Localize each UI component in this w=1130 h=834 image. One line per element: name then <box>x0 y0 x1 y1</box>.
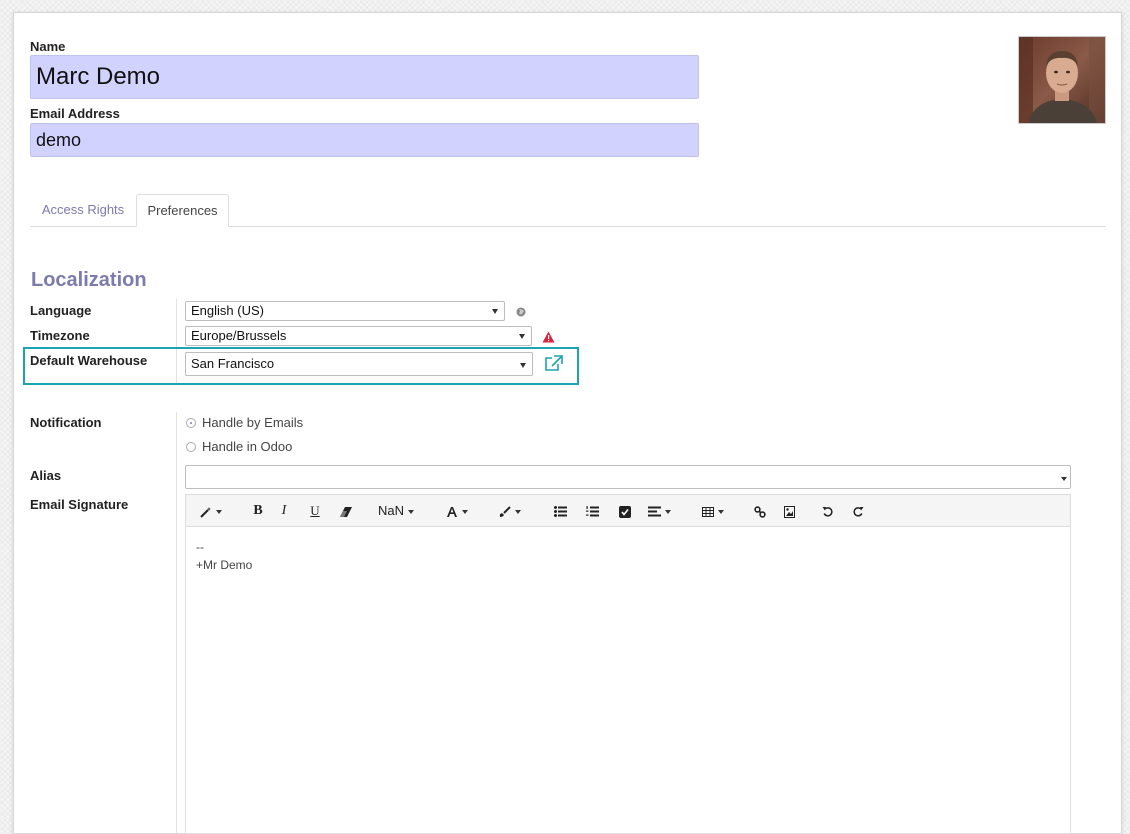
bold-button[interactable]: B <box>252 495 264 527</box>
brush-icon <box>499 505 511 517</box>
language-select[interactable]: English (US) <box>185 301 505 321</box>
radio-label: Handle in Odoo <box>202 439 293 454</box>
external-link-icon[interactable] <box>544 355 564 372</box>
default-warehouse-label: Default Warehouse <box>30 353 148 368</box>
name-input[interactable]: Marc Demo <box>30 55 699 99</box>
signature-line: -- <box>196 540 204 554</box>
link-icon <box>754 505 766 518</box>
globe-icon[interactable] <box>516 307 526 317</box>
signature-line: +Mr Demo <box>196 558 253 572</box>
redo-icon <box>853 507 864 517</box>
link-button[interactable] <box>754 495 766 527</box>
tab-preferences[interactable]: Preferences <box>136 194 229 227</box>
tab-access-rights[interactable]: Access Rights <box>30 194 136 226</box>
font-color-dropdown[interactable] <box>446 495 468 527</box>
email-signature-editor[interactable]: B I U NaN -- +Mr Demo <box>185 494 1071 834</box>
paragraph-align-dropdown[interactable] <box>648 495 671 527</box>
name-label: Name <box>30 39 66 54</box>
bullet-list-button[interactable] <box>554 495 567 527</box>
email-input[interactable]: demo <box>30 123 699 157</box>
magic-wand-icon <box>200 506 211 518</box>
redo-button[interactable] <box>853 495 864 527</box>
editor-toolbar: B I U NaN <box>186 495 1070 527</box>
timezone-label: Timezone <box>30 328 90 343</box>
font-size-dropdown[interactable]: NaN <box>378 495 415 527</box>
timezone-value: Europe/Brussels <box>191 328 287 343</box>
bullet-list-icon <box>554 506 567 518</box>
table-dropdown[interactable] <box>702 495 724 527</box>
language-value: English (US) <box>191 303 264 318</box>
chevron-down-icon <box>492 309 498 314</box>
warning-icon[interactable] <box>542 331 555 343</box>
chevron-down-icon <box>520 363 526 368</box>
avatar[interactable] <box>1018 36 1106 124</box>
default-warehouse-value: San Francisco <box>191 356 275 371</box>
eraser-icon <box>340 506 352 517</box>
undo-button[interactable] <box>822 495 833 527</box>
font-size-value: NaN <box>378 503 405 518</box>
default-warehouse-select[interactable]: San Francisco <box>185 352 533 376</box>
notification-label: Notification <box>30 415 102 430</box>
numbered-list-icon <box>586 506 599 517</box>
email-label: Email Address <box>30 106 120 121</box>
email-signature-label: Email Signature <box>30 497 129 512</box>
align-icon <box>648 506 661 517</box>
notebook-tabs: Access Rights Preferences <box>30 194 1106 227</box>
chevron-down-icon <box>519 334 525 339</box>
section-title-localization: Localization <box>31 269 147 291</box>
image-button[interactable] <box>784 495 795 527</box>
numbered-list-button[interactable] <box>586 495 599 527</box>
avatar-photo <box>1019 37 1105 123</box>
language-label: Language <box>30 303 92 318</box>
italic-button[interactable]: I <box>279 495 289 527</box>
radio-handle-in-odoo[interactable] <box>186 442 196 452</box>
alias-label: Alias <box>30 468 62 483</box>
image-icon <box>784 505 795 518</box>
form-sheet: Name Marc Demo Email Address demo Access… <box>13 12 1122 834</box>
alias-select[interactable] <box>185 465 1071 489</box>
font-color-icon <box>447 506 457 517</box>
table-icon <box>702 506 714 517</box>
clear-format-button[interactable] <box>339 495 353 527</box>
underline-button[interactable]: U <box>309 495 321 527</box>
radio-handle-by-emails[interactable] <box>186 418 196 428</box>
checklist-button[interactable] <box>619 495 631 527</box>
chevron-down-icon <box>1061 477 1067 481</box>
checklist-icon <box>619 505 631 518</box>
undo-icon <box>822 507 833 517</box>
divider <box>176 412 177 833</box>
radio-label: Handle by Emails <box>202 415 304 430</box>
style-dropdown[interactable] <box>200 495 222 527</box>
timezone-select[interactable]: Europe/Brussels <box>185 326 532 346</box>
highlight-color-dropdown[interactable] <box>498 495 521 527</box>
